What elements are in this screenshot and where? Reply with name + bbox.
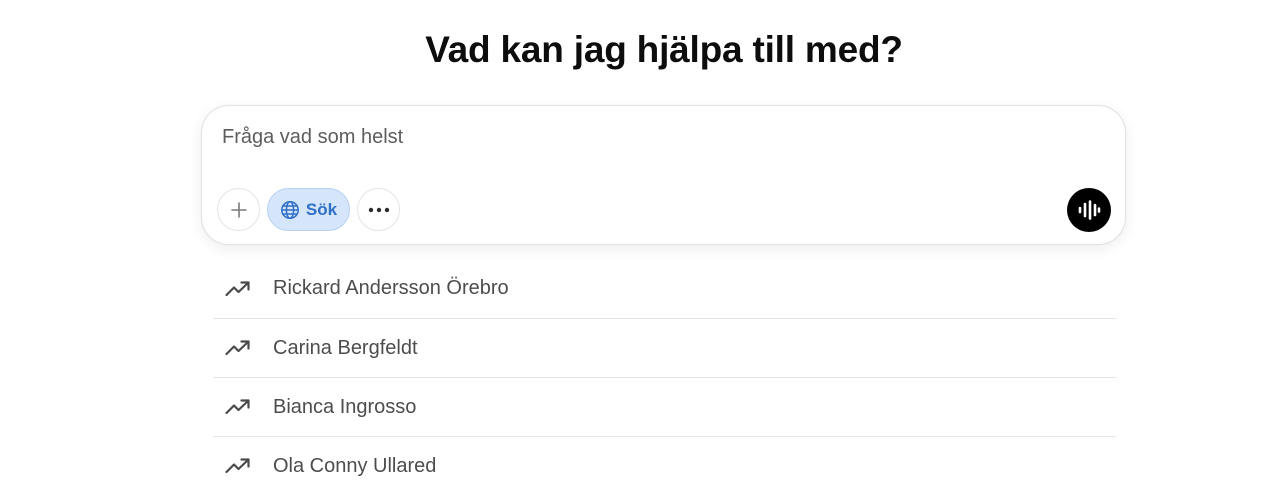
suggestion-label: Carina Bergfeldt — [273, 336, 418, 359]
more-tools-button[interactable] — [357, 188, 400, 231]
more-horizontal-icon — [368, 207, 390, 213]
prompt-input[interactable] — [222, 122, 1082, 152]
trending-up-icon — [225, 338, 253, 358]
voice-waveform-icon — [1077, 200, 1101, 220]
prompt-composer: Sök — [201, 105, 1126, 245]
plus-icon — [229, 200, 249, 220]
suggestion-label: Ola Conny Ullared — [273, 454, 437, 477]
suggestion-item[interactable]: Bianca Ingrosso — [213, 377, 1116, 436]
trending-suggestions-list: Rickard Andersson Örebro Carina Bergfeldt… — [213, 259, 1116, 495]
search-toggle-label: Sök — [305, 199, 338, 219]
attach-button[interactable] — [217, 188, 260, 231]
chat-home-page: Vad kan jag hjälpa till med? Sök — [0, 0, 1280, 500]
trending-up-icon — [225, 279, 253, 299]
suggestion-label: Bianca Ingrosso — [273, 395, 417, 418]
globe-icon — [280, 200, 300, 220]
page-title: Vad kan jag hjälpa till med? — [425, 29, 903, 70]
suggestion-label: Rickard Andersson Örebro — [273, 277, 509, 299]
trending-up-icon — [225, 397, 253, 417]
search-toggle-button[interactable]: Sök — [267, 188, 350, 231]
suggestion-item[interactable]: Rickard Andersson Örebro — [213, 259, 1116, 318]
voice-mode-button[interactable] — [1067, 188, 1111, 232]
suggestion-item[interactable]: Ola Conny Ullared — [213, 436, 1116, 495]
suggestion-item[interactable]: Carina Bergfeldt — [213, 318, 1116, 377]
trending-up-icon — [225, 456, 253, 476]
